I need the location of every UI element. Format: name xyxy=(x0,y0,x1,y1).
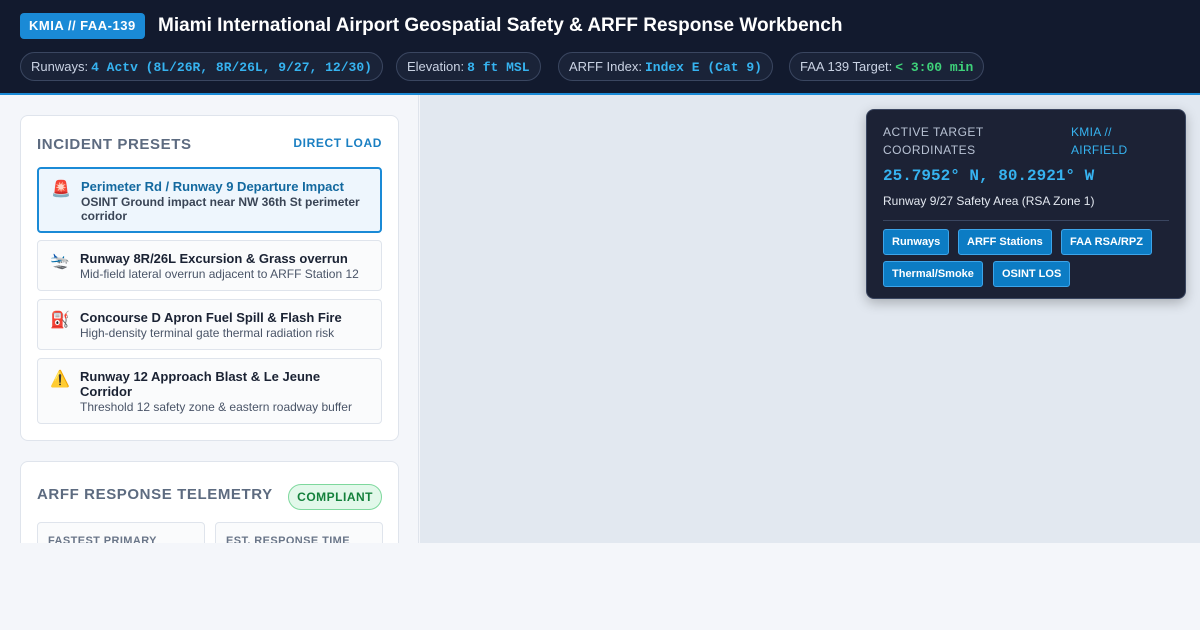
preset-subtitle: Threshold 12 safety zone & eastern roadw… xyxy=(80,400,352,414)
airplane-landing-icon: 🛬 xyxy=(50,253,70,270)
active-target-panel: ACTIVE TARGET COORDINATES KMIA // AIRFIE… xyxy=(866,109,1186,299)
preset-item-runway12-approach[interactable]: ⚠️ Runway 12 Approach Blast & Le Jeune C… xyxy=(37,358,382,424)
footer-area xyxy=(0,543,1200,630)
est-response-time-box: EST. RESPONSE TIME xyxy=(215,522,383,543)
preset-title: Concourse D Apron Fuel Spill & Flash Fir… xyxy=(80,310,342,325)
airfield-label: KMIA // AIRFIELD xyxy=(1071,125,1128,157)
stat-label: ARFF Index: xyxy=(569,59,642,74)
stat-faa-target: FAA 139 Target: < 3:00 min xyxy=(789,52,985,81)
stat-value: 8 ft MSL xyxy=(467,60,530,75)
siren-icon: 🚨 xyxy=(51,181,71,198)
direct-load-button[interactable]: DIRECT LOAD xyxy=(293,136,382,150)
preset-subtitle: High-density terminal gate thermal radia… xyxy=(80,326,335,340)
preset-item-runway9-impact[interactable]: 🚨 Perimeter Rd / Runway 9 Departure Impa… xyxy=(37,167,382,233)
active-target-label: ACTIVE TARGET COORDINATES xyxy=(883,125,984,157)
layer-toggle-faa-rsa-rpz[interactable]: FAA RSA/RPZ xyxy=(1061,229,1152,255)
preset-title: Perimeter Rd / Runway 9 Departure Impact xyxy=(81,179,344,194)
airport-code-badge: KMIA // FAA-139 xyxy=(20,13,145,39)
preset-item-concourse-d-fuel-spill[interactable]: ⛽ Concourse D Apron Fuel Spill & Flash F… xyxy=(37,299,382,350)
layer-toggle-arff-stations[interactable]: ARFF Stations xyxy=(958,229,1052,255)
incident-presets-title: INCIDENT PRESETS xyxy=(37,136,192,153)
fastest-primary-box: FASTEST PRIMARY xyxy=(37,522,205,543)
stat-elevation: Elevation: 8 ft MSL xyxy=(396,52,541,81)
stat-value: 4 Actv (8L/26R, 8R/26L, 9/27, 12/30) xyxy=(91,60,372,75)
target-coordinates: 25.7952° N, 80.2921° W xyxy=(883,167,1095,185)
warning-icon: ⚠️ xyxy=(50,371,70,388)
telemetry-label: EST. RESPONSE TIME xyxy=(226,535,350,543)
stat-label: FAA 139 Target: xyxy=(800,59,893,74)
stat-value: < 3:00 min xyxy=(895,60,974,75)
layer-toggle-osint-los[interactable]: OSINT LOS xyxy=(993,261,1071,287)
layer-toggle-runways[interactable]: Runways xyxy=(883,229,950,255)
preset-subtitle: OSINT Ground impact near NW 36th St peri… xyxy=(81,195,360,223)
stat-label: Elevation: xyxy=(407,59,465,74)
stat-runways: Runways: 4 Actv (8L/26R, 8R/26L, 9/27, 12… xyxy=(20,52,383,81)
preset-title: Runway 8R/26L Excursion & Grass overrun xyxy=(80,251,348,266)
app-header: KMIA // FAA-139 Miami International Airp… xyxy=(0,0,1200,95)
incident-presets-card: INCIDENT PRESETS DIRECT LOAD 🚨 Perimeter… xyxy=(20,115,399,441)
preset-subtitle: Mid-field lateral overrun adjacent to AR… xyxy=(80,267,359,281)
preset-item-runway8r-excursion[interactable]: 🛬 Runway 8R/26L Excursion & Grass overru… xyxy=(37,240,382,291)
telemetry-label: FASTEST PRIMARY xyxy=(48,535,157,543)
fuel-pump-icon: ⛽ xyxy=(50,312,70,329)
layer-toggle-thermal-smoke[interactable]: Thermal/Smoke xyxy=(883,261,983,287)
stat-value: Index E (Cat 9) xyxy=(644,60,762,75)
compliance-status-badge: COMPLIANT xyxy=(288,484,382,510)
panel-divider xyxy=(883,220,1169,221)
app-title: Miami International Airport Geospatial S… xyxy=(158,15,843,36)
sidebar: INCIDENT PRESETS DIRECT LOAD 🚨 Perimeter… xyxy=(0,95,419,543)
target-zone: Runway 9/27 Safety Area (RSA Zone 1) xyxy=(883,194,1095,208)
stat-arff-index: ARFF Index: Index E (Cat 9) xyxy=(558,52,773,81)
stat-label: Runways: xyxy=(31,59,89,74)
telemetry-title: ARFF RESPONSE TELEMETRY xyxy=(37,486,273,503)
arff-telemetry-card: ARFF RESPONSE TELEMETRY COMPLIANT FASTES… xyxy=(20,461,399,543)
preset-title: Runway 12 Approach Blast & Le Jeune Corr… xyxy=(80,369,321,399)
